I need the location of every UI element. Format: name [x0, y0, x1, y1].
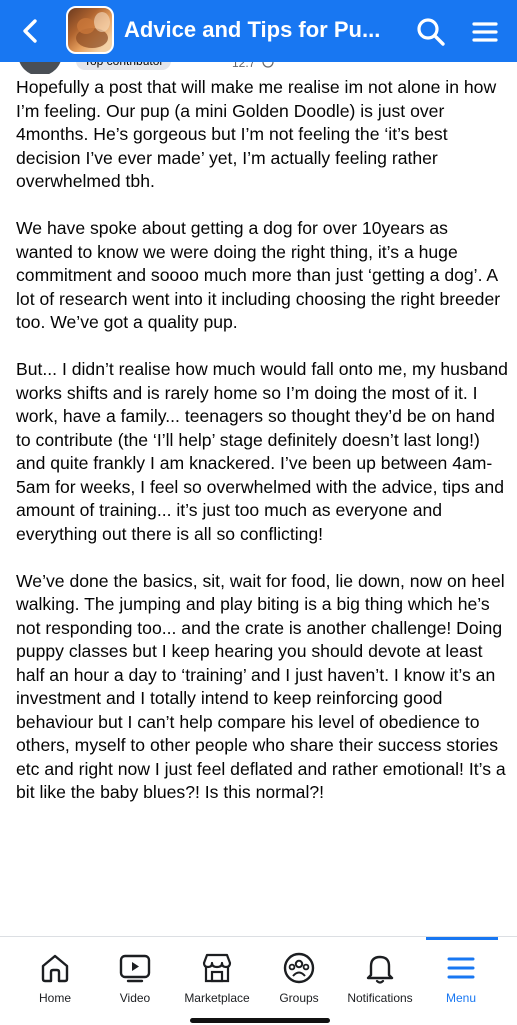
nav-label-notifications: Notifications	[347, 991, 413, 1005]
globe-icon	[262, 62, 274, 68]
post-paragraph: We have spoke about getting a dog for ov…	[16, 218, 501, 332]
contributor-badge: Top contributor	[76, 62, 172, 70]
group-title[interactable]: Advice and Tips for Pu...	[124, 15, 394, 45]
nav-marketplace[interactable]: Marketplace	[174, 937, 260, 1025]
header-menu-button[interactable]	[468, 15, 502, 49]
nav-video[interactable]: Video	[100, 937, 170, 1025]
hamburger-icon	[472, 22, 498, 42]
chevron-left-icon	[23, 19, 37, 43]
nav-home[interactable]: Home	[20, 937, 90, 1025]
post-time: 12.7	[232, 62, 256, 70]
post-paragraph: We’ve done the basics, sit, wait for foo…	[16, 570, 506, 803]
back-button[interactable]	[14, 14, 48, 48]
nav-groups[interactable]: Groups	[264, 937, 334, 1025]
home-indicator	[190, 1018, 330, 1023]
search-button[interactable]	[414, 15, 448, 49]
groups-icon	[283, 952, 315, 984]
search-icon	[417, 18, 445, 46]
app-header: Advice and Tips for Pu...	[0, 0, 517, 62]
marketplace-icon	[202, 953, 232, 983]
menu-icon	[447, 957, 475, 979]
nav-menu[interactable]: Menu	[426, 937, 496, 1025]
nav-label-groups: Groups	[279, 991, 319, 1005]
dog-photo-icon	[76, 12, 110, 48]
author-avatar[interactable]	[18, 62, 62, 74]
nav-label-home: Home	[38, 991, 71, 1005]
post-paragraph: Hopefully a post that will make me reali…	[16, 77, 497, 191]
post-body: Hopefully a post that will make me reali…	[16, 76, 508, 828]
bottom-nav: Home Video Marketplace Groups Notificati…	[0, 936, 517, 1025]
bell-icon	[366, 955, 394, 984]
video-icon	[119, 954, 151, 983]
nav-label-marketplace: Marketplace	[184, 991, 250, 1005]
nav-label-video: Video	[119, 991, 151, 1005]
post-author-row: Top contributor 12.7	[0, 62, 517, 74]
nav-notifications[interactable]: Notifications	[336, 937, 424, 1025]
group-avatar[interactable]	[66, 6, 114, 54]
nav-label-menu: Menu	[445, 991, 477, 1005]
home-icon	[41, 954, 69, 983]
post-paragraph: But... I didn’t realise how much would f…	[16, 359, 508, 544]
